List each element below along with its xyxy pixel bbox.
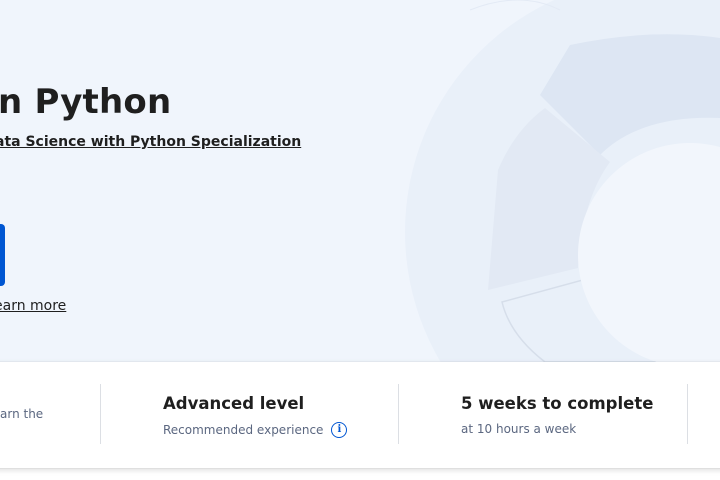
info-circle-icon[interactable]: i <box>331 422 348 438</box>
card-divider <box>398 384 399 444</box>
course-hero-banner: n Python ata Science with Python Special… <box>0 0 720 362</box>
decorative-ring-graphic <box>405 0 720 362</box>
level-subtitle-row: Recommended experience i <box>163 422 348 438</box>
duration-title: 5 weeks to complete <box>461 394 654 413</box>
enroll-button[interactable] <box>0 224 5 286</box>
learn-more-link[interactable]: earn more <box>0 298 66 314</box>
card-divider <box>687 384 688 444</box>
card-divider <box>100 384 101 444</box>
card-partial-text: arn the <box>0 407 44 421</box>
duration-subtitle: at 10 hours a week <box>461 422 577 436</box>
level-title: Advanced level <box>163 394 305 413</box>
duration-stat: 5 weeks to complete at 10 hours a week <box>461 393 653 436</box>
level-stat: Advanced level Recommended experience i <box>163 393 348 438</box>
specialization-link[interactable]: ata Science with Python Specialization <box>0 134 301 150</box>
course-title: n Python <box>0 82 172 122</box>
level-subtitle: Recommended experience <box>163 423 324 437</box>
